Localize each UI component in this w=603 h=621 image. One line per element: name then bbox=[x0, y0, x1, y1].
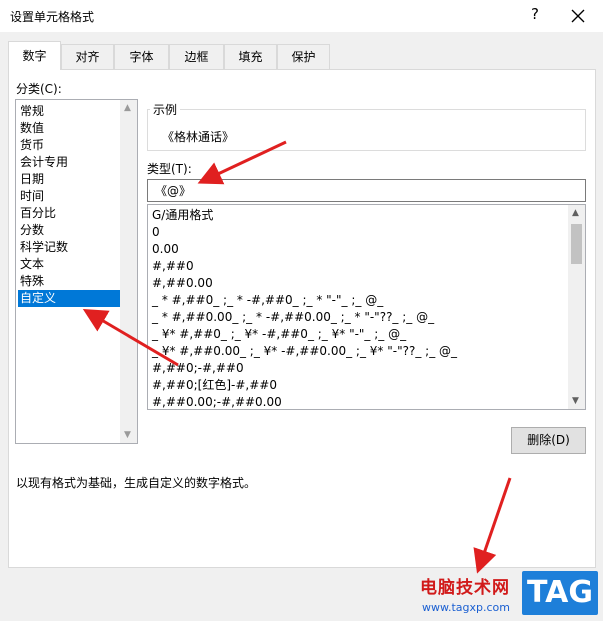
category-list[interactable]: 常规 数值 货币 会计专用 日期 时间 百分比 分数 科学记数 文本 特殊 自定… bbox=[15, 99, 138, 444]
watermark-url: www.tagxp.com bbox=[422, 601, 510, 614]
category-item-number[interactable]: 数值 bbox=[18, 120, 120, 137]
format-item[interactable]: #,##0 bbox=[152, 258, 194, 275]
format-item[interactable]: 0.00 bbox=[152, 241, 179, 258]
sample-value: 《格林通话》 bbox=[162, 130, 235, 144]
format-list[interactable]: G/通用格式 0 0.00 #,##0 #,##0.00 _ * #,##0_ … bbox=[147, 204, 586, 410]
category-item-custom[interactable]: 自定义 bbox=[18, 290, 120, 307]
category-item-scientific[interactable]: 科学记数 bbox=[18, 239, 120, 256]
category-item-date[interactable]: 日期 bbox=[18, 171, 120, 188]
help-button[interactable]: ? bbox=[528, 5, 542, 23]
category-item-general[interactable]: 常规 bbox=[18, 103, 120, 120]
delete-button[interactable]: 删除(D) bbox=[511, 427, 586, 454]
tab-number[interactable]: 数字 bbox=[8, 41, 61, 70]
format-item[interactable]: G/通用格式 bbox=[152, 207, 213, 224]
category-item-accounting[interactable]: 会计专用 bbox=[18, 154, 120, 171]
scroll-thumb[interactable] bbox=[571, 224, 582, 264]
tab-alignment[interactable]: 对齐 bbox=[61, 44, 114, 70]
format-item[interactable]: #,##0;[红色]-#,##0 bbox=[152, 377, 277, 394]
scroll-up-icon[interactable]: ▲ bbox=[124, 103, 131, 113]
format-description: 以现有格式为基础，生成自定义的数字格式。 bbox=[16, 476, 257, 490]
format-item[interactable]: 0 bbox=[152, 224, 160, 241]
category-item-currency[interactable]: 货币 bbox=[18, 137, 120, 154]
tab-fill[interactable]: 填充 bbox=[224, 44, 277, 70]
category-item-fraction[interactable]: 分数 bbox=[18, 222, 120, 239]
title-bar: 设置单元格格式 ? bbox=[0, 0, 603, 32]
format-item[interactable]: _ ¥* #,##0.00_ ;_ ¥* -#,##0.00_ ;_ ¥* "-… bbox=[152, 343, 457, 360]
scroll-up-icon[interactable]: ▲ bbox=[572, 208, 579, 218]
format-item[interactable]: _ * #,##0_ ;_ * -#,##0_ ;_ * "-"_ ;_ @_ bbox=[152, 292, 383, 309]
type-label: 类型(T): bbox=[147, 162, 192, 176]
category-item-time[interactable]: 时间 bbox=[18, 188, 120, 205]
type-input[interactable] bbox=[147, 179, 586, 202]
format-item[interactable]: _ ¥* #,##0_ ;_ ¥* -#,##0_ ;_ ¥* "-"_ ;_ … bbox=[152, 326, 406, 343]
dialog-title: 设置单元格格式 bbox=[10, 10, 95, 24]
format-item[interactable]: #,##0.00;-#,##0.00 bbox=[152, 394, 282, 409]
category-item-text[interactable]: 文本 bbox=[18, 256, 120, 273]
format-scrollbar[interactable]: ▲ ▼ bbox=[568, 205, 585, 409]
category-item-percentage[interactable]: 百分比 bbox=[18, 205, 120, 222]
tab-border[interactable]: 边框 bbox=[169, 44, 224, 70]
tab-font[interactable]: 字体 bbox=[114, 44, 169, 70]
sample-legend: 示例 bbox=[150, 101, 181, 118]
scroll-down-icon[interactable]: ▼ bbox=[124, 430, 131, 440]
format-item[interactable]: _ * #,##0.00_ ;_ * -#,##0.00_ ;_ * "-"??… bbox=[152, 309, 434, 326]
tab-protection[interactable]: 保护 bbox=[277, 44, 330, 70]
watermark-logo: TAG bbox=[522, 571, 598, 615]
watermark-site-name: 电脑技术网 bbox=[420, 578, 510, 598]
category-item-special[interactable]: 特殊 bbox=[18, 273, 120, 290]
category-scrollbar[interactable]: ▲ ▼ bbox=[120, 100, 137, 443]
close-icon[interactable] bbox=[568, 6, 588, 26]
format-item[interactable]: #,##0.00 bbox=[152, 275, 213, 292]
format-item[interactable]: #,##0;-#,##0 bbox=[152, 360, 244, 377]
category-label: 分类(C): bbox=[16, 82, 62, 96]
scroll-down-icon[interactable]: ▼ bbox=[572, 396, 579, 406]
